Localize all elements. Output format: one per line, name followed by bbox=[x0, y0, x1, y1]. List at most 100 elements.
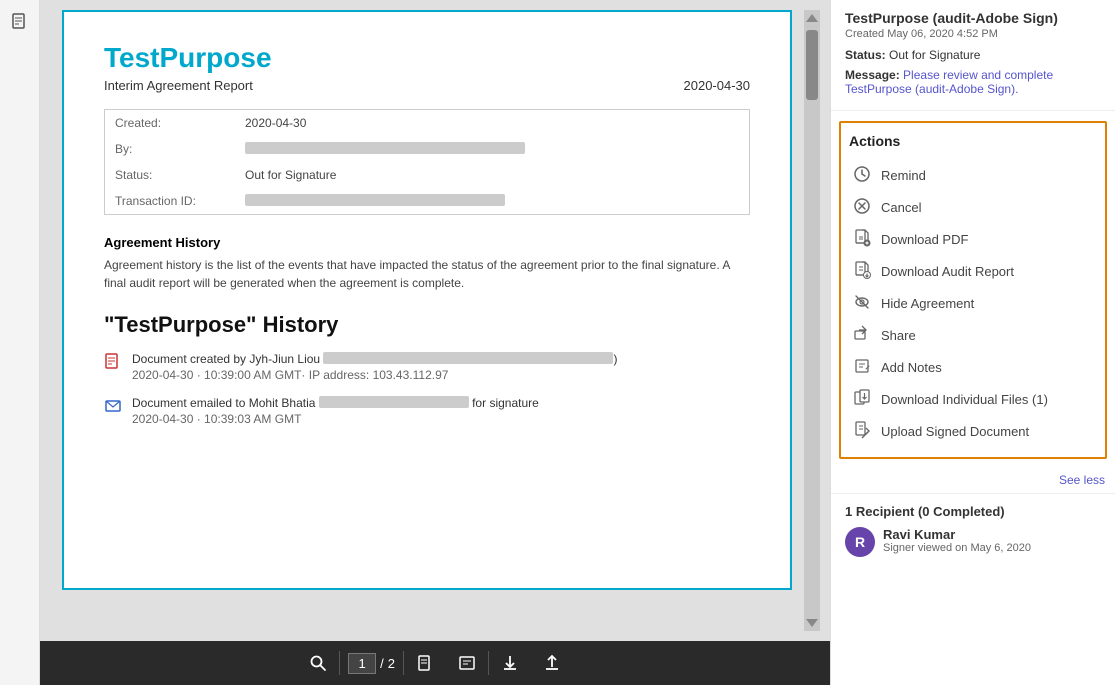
download-audit-icon bbox=[853, 261, 873, 281]
action-hide-agreement[interactable]: Hide Agreement bbox=[849, 287, 1097, 319]
doc-page: TestPurpose Interim Agreement Report 202… bbox=[62, 10, 792, 590]
remind-icon bbox=[853, 165, 873, 185]
actions-title: Actions bbox=[849, 133, 1097, 149]
sidebar-icon[interactable] bbox=[7, 10, 33, 36]
panel-created: Created May 06, 2020 4:52 PM bbox=[845, 28, 1101, 40]
fit-width-button[interactable] bbox=[446, 646, 488, 680]
panel-message-row: Message: Please review and complete Test… bbox=[845, 68, 1101, 96]
main-area: TestPurpose Interim Agreement Report 202… bbox=[40, 0, 830, 685]
panel-doc-title: TestPurpose (audit-Adobe Sign) bbox=[845, 10, 1101, 26]
value-created: 2020-04-30 bbox=[235, 110, 749, 136]
download-audit-label: Download Audit Report bbox=[881, 264, 1014, 279]
recipient-name: Ravi Kumar bbox=[883, 527, 1031, 542]
label-status: Status: bbox=[105, 162, 235, 188]
value-status: Out for Signature bbox=[235, 162, 749, 188]
download-pdf-label: Download PDF bbox=[881, 232, 968, 247]
search-button[interactable] bbox=[297, 646, 339, 680]
print-button[interactable] bbox=[531, 646, 573, 680]
action-upload-signed[interactable]: Upload Signed Document bbox=[849, 415, 1097, 447]
add-notes-label: Add Notes bbox=[881, 360, 942, 375]
blurred-by bbox=[245, 142, 525, 154]
history-item-2: Document emailed to Mohit Bhatia for sig… bbox=[104, 396, 750, 426]
recipient-item: R Ravi Kumar Signer viewed on May 6, 202… bbox=[845, 527, 1101, 557]
hide-agreement-label: Hide Agreement bbox=[881, 296, 974, 311]
recipients-title: 1 Recipient (0 Completed) bbox=[845, 504, 1101, 519]
history-item-1: Document created by Jyh-Jiun Liou ) 2020… bbox=[104, 352, 750, 382]
history-item-2-text: Document emailed to Mohit Bhatia for sig… bbox=[132, 396, 539, 410]
label-created: Created: bbox=[105, 110, 235, 136]
agreement-history-title: Agreement History bbox=[104, 235, 750, 250]
history-item-1-content: Document created by Jyh-Jiun Liou ) 2020… bbox=[132, 352, 617, 382]
fit-page-button[interactable] bbox=[404, 646, 446, 680]
doc-title: TestPurpose bbox=[104, 42, 750, 74]
history-item-2-content: Document emailed to Mohit Bhatia for sig… bbox=[132, 396, 539, 426]
page-input-wrap: / 2 bbox=[340, 653, 403, 674]
remind-label: Remind bbox=[881, 168, 926, 183]
download-individual-label: Download Individual Files (1) bbox=[881, 392, 1048, 407]
blurred-creator bbox=[323, 352, 613, 364]
value-by bbox=[235, 136, 749, 162]
blurred-txid bbox=[245, 194, 505, 206]
message-label: Message: bbox=[845, 68, 900, 82]
history-item-1-text: Document created by Jyh-Jiun Liou ) bbox=[132, 352, 617, 366]
doc-date: 2020-04-30 bbox=[684, 78, 751, 93]
agreement-history-section: Agreement History Agreement history is t… bbox=[104, 235, 750, 292]
status-label: Status: bbox=[845, 48, 886, 62]
download-individual-icon bbox=[853, 389, 873, 409]
doc-info-table: Created: 2020-04-30 By: Status: bbox=[104, 109, 750, 215]
status-value: Out for Signature bbox=[889, 48, 980, 62]
scroll-thumb[interactable] bbox=[806, 30, 818, 100]
agreement-history-desc: Agreement history is the list of the eve… bbox=[104, 256, 750, 292]
recipients-section: 1 Recipient (0 Completed) R Ravi Kumar S… bbox=[831, 493, 1115, 567]
panel-status-row: Status: Out for Signature bbox=[845, 48, 1101, 62]
value-txid bbox=[235, 188, 749, 214]
document-created-icon bbox=[104, 353, 122, 371]
table-row: Status: Out for Signature bbox=[105, 162, 749, 188]
label-txid: Transaction ID: bbox=[105, 188, 235, 214]
actions-section: Actions Remind Cancel bbox=[839, 121, 1107, 459]
cancel-label: Cancel bbox=[881, 200, 921, 215]
recipient-info: Ravi Kumar Signer viewed on May 6, 2020 bbox=[883, 527, 1031, 554]
action-add-notes[interactable]: Add Notes bbox=[849, 351, 1097, 383]
action-download-individual[interactable]: Download Individual Files (1) bbox=[849, 383, 1097, 415]
table-row: Created: 2020-04-30 bbox=[105, 110, 749, 136]
history-item-1-timestamp: 2020-04-30 · 10:39:00 AM GMT· IP address… bbox=[132, 368, 617, 382]
email-sent-icon bbox=[104, 397, 122, 415]
upload-signed-icon bbox=[853, 421, 873, 441]
share-label: Share bbox=[881, 328, 916, 343]
page-separator: / bbox=[380, 656, 384, 671]
page-number-input[interactable] bbox=[348, 653, 376, 674]
download-pdf-icon bbox=[853, 229, 873, 249]
page-total: 2 bbox=[388, 656, 395, 671]
hide-agreement-icon bbox=[853, 293, 873, 313]
blurred-email bbox=[319, 396, 469, 408]
cancel-icon bbox=[853, 197, 873, 217]
table-row: By: bbox=[105, 136, 749, 162]
upload-signed-label: Upload Signed Document bbox=[881, 424, 1029, 439]
table-row: Transaction ID: bbox=[105, 188, 749, 214]
doc-subtitle: Interim Agreement Report bbox=[104, 78, 253, 93]
recipient-status: Signer viewed on May 6, 2020 bbox=[883, 542, 1031, 554]
doc-viewer: TestPurpose Interim Agreement Report 202… bbox=[40, 0, 830, 641]
action-download-pdf[interactable]: Download PDF bbox=[849, 223, 1097, 255]
action-share[interactable]: Share bbox=[849, 319, 1097, 351]
panel-header: TestPurpose (audit-Adobe Sign) Created M… bbox=[831, 0, 1115, 111]
doc-subtitle-row: Interim Agreement Report 2020-04-30 bbox=[104, 78, 750, 93]
scroll-down-arrow[interactable] bbox=[806, 619, 818, 627]
history-item-2-timestamp: 2020-04-30 · 10:39:03 AM GMT bbox=[132, 412, 539, 426]
recipient-avatar: R bbox=[845, 527, 875, 557]
left-sidebar bbox=[0, 0, 40, 685]
share-icon bbox=[853, 325, 873, 345]
action-cancel[interactable]: Cancel bbox=[849, 191, 1097, 223]
scrollbar[interactable] bbox=[804, 10, 820, 631]
right-panel: TestPurpose (audit-Adobe Sign) Created M… bbox=[830, 0, 1115, 685]
toolbar: / 2 bbox=[40, 641, 830, 685]
add-notes-icon bbox=[853, 357, 873, 377]
action-download-audit[interactable]: Download Audit Report bbox=[849, 255, 1097, 287]
label-by: By: bbox=[105, 136, 235, 162]
history-section-title: "TestPurpose" History bbox=[104, 312, 750, 338]
see-less-link[interactable]: See less bbox=[831, 469, 1115, 493]
action-remind[interactable]: Remind bbox=[849, 159, 1097, 191]
download-button[interactable] bbox=[489, 646, 531, 680]
scroll-up-arrow[interactable] bbox=[806, 14, 818, 22]
